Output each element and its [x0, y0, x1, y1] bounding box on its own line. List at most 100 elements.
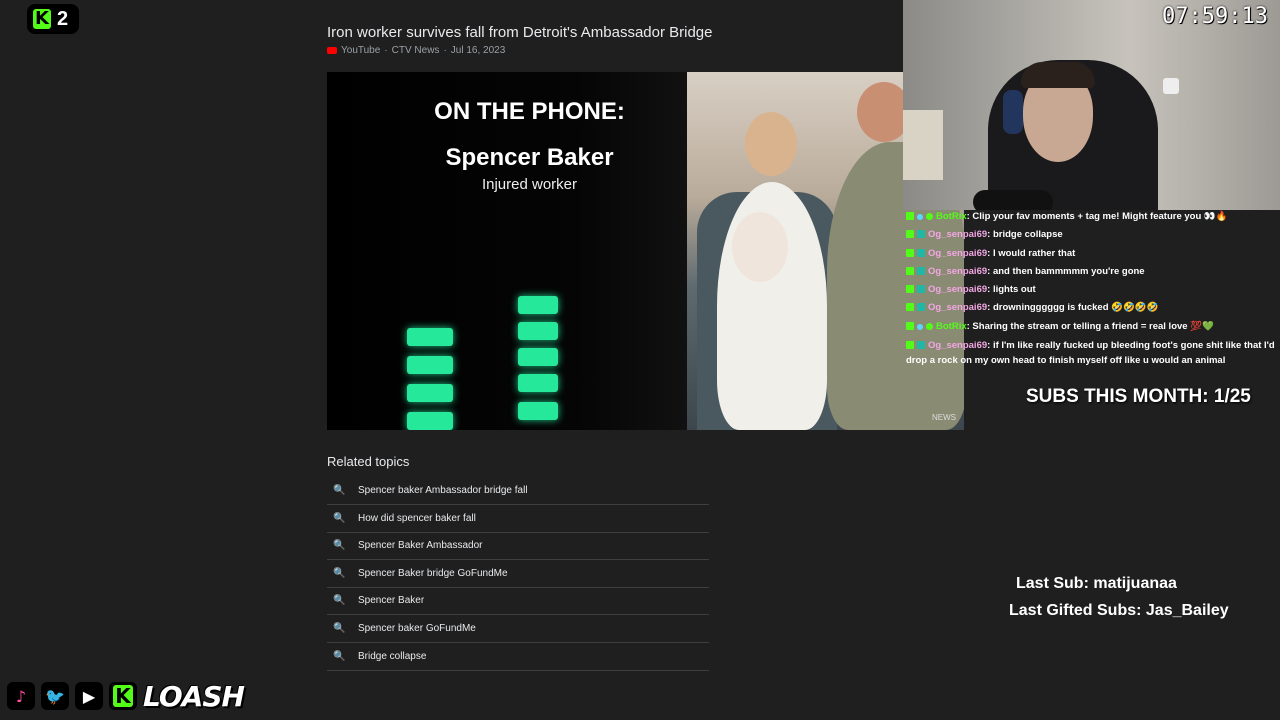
separator-dot: · [443, 45, 447, 56]
chat-message: BotRix: Sharing the stream or telling a … [903, 318, 1280, 336]
woman-head [745, 112, 797, 176]
related-topic-item[interactable]: 🔍 How did spencer baker fall [327, 505, 709, 533]
microphone [973, 190, 1053, 210]
related-topic-label: How did spencer baker fall [358, 512, 476, 524]
chat-message: Og_senpai69: lights out [903, 281, 1280, 299]
related-topic-label: Spencer Baker Ambassador [358, 540, 483, 552]
search-icon: 🔍 [333, 595, 346, 607]
chat-username[interactable]: Og_senpai69 [928, 248, 987, 259]
subscriber-badge-icon [917, 285, 925, 294]
kick-badge-icon [906, 321, 914, 330]
chat-message: Og_senpai69: bridge collapse [903, 226, 1280, 244]
search-icon: 🔍 [333, 512, 346, 524]
chat-username[interactable]: Og_senpai69 [928, 284, 987, 295]
related-topic-item[interactable]: 🔍 Spencer baker Ambassador bridge fall [327, 477, 709, 505]
video-speaker-role: Injured worker [481, 176, 578, 193]
related-topics-title: Related topics [327, 454, 410, 469]
youtube-play-icon[interactable]: ▶ [75, 682, 103, 710]
video-speaker-name: Spencer Baker [445, 144, 614, 171]
related-topic-item[interactable]: 🔍 Spencer Baker Ambassador [327, 532, 709, 561]
search-icon: 🔍 [333, 650, 346, 662]
chat-message-text: : bridge collapse [987, 229, 1063, 241]
audio-level-bar [407, 412, 453, 430]
search-icon: 🔍 [333, 623, 346, 634]
moderator-badge-icon [917, 323, 923, 330]
kick-icon[interactable]: K [109, 682, 137, 710]
related-topic-item[interactable]: 🔍 Spencer baker GoFundMe [327, 615, 709, 643]
chat-username[interactable]: BotRix [936, 211, 967, 222]
viewer-count: 2 [57, 7, 69, 30]
chat-username[interactable]: BotRix [936, 321, 967, 332]
video-player[interactable]: ON THE PHONE: Spencer Baker Injured work… [327, 72, 964, 430]
webcam-feed [903, 0, 1280, 210]
subscriber-badge-icon [917, 248, 925, 257]
moderator-badge-icon [917, 214, 923, 220]
related-topic-item[interactable]: 🔍 Spencer Baker [327, 587, 709, 616]
twitter-icon[interactable]: 🐦 [41, 682, 69, 710]
streamer-hair [1021, 62, 1095, 88]
audio-level-bar [518, 296, 558, 314]
audio-level-bar [518, 348, 558, 366]
chat-message-text: : and then bammmmm you're gone [987, 265, 1145, 277]
related-topic-label: Spencer Baker bridge GoFundMe [358, 567, 508, 579]
chat-message: Og_senpai69: and then bammmmm you're gon… [903, 263, 1280, 281]
last-sub: Last Sub: matijuanaa [1016, 575, 1177, 592]
news-logo: NEWS [932, 413, 956, 422]
kick-viewer-badge: K 2 [27, 4, 79, 34]
chat-message: Og_senpai69: if I'm like really fucked u… [903, 336, 1280, 368]
stream-timer: 07:59:13 [1162, 4, 1268, 29]
chat-message: Og_senpai69: drowningggggg is fucked 🤣🤣🤣… [903, 299, 1280, 317]
chat-message: Og_senpai69: I would rather that [903, 245, 1280, 263]
related-topic-label: Spencer baker Ambassador bridge fall [358, 485, 528, 496]
article-title[interactable]: Iron worker survives fall from Detroit's… [327, 24, 713, 41]
chat-message-text: : lights out [987, 284, 1036, 296]
kick-badge-icon [906, 285, 914, 294]
audio-level-bar [407, 328, 453, 346]
chat-username[interactable]: Og_senpai69 [928, 340, 987, 351]
kick-badge-icon [906, 230, 914, 239]
audio-level-bar [407, 384, 453, 402]
chat-message-text: : drowningggggg is fucked 🤣🤣🤣🤣 [987, 302, 1159, 314]
audio-level-bar [407, 356, 453, 374]
audio-level-bar [518, 402, 558, 420]
kick-badge-icon [906, 341, 914, 350]
chat-username[interactable]: Og_senpai69 [928, 266, 987, 277]
tiktok-icon[interactable]: ♪ [7, 682, 35, 710]
verified-badge-icon [926, 213, 933, 220]
source-name: YouTube [341, 45, 381, 56]
last-gifted-subs: Last Gifted Subs: Jas_Bailey [1009, 602, 1229, 619]
youtube-icon [327, 47, 337, 54]
headset-icon [1003, 90, 1023, 134]
chat-message: BotRix: Clip your fav moments + tag me! … [903, 208, 1280, 226]
search-icon: 🔍 [333, 567, 346, 579]
subscriber-badge-icon [917, 303, 925, 312]
chat-username[interactable]: Og_senpai69 [928, 302, 987, 313]
subs-goal: SUBS THIS MONTH: 1/25 [1026, 386, 1251, 407]
social-links: ♪ 🐦 ▶ K LOASH [7, 679, 245, 713]
subscriber-badge-icon [917, 341, 925, 350]
chat-message-text: : Clip your fav moments + tag me! Might … [966, 211, 1228, 222]
verified-badge-icon [926, 322, 933, 330]
kick-badge-icon [906, 212, 914, 220]
chat-username[interactable]: Og_senpai69 [928, 229, 987, 240]
search-icon: 🔍 [333, 540, 346, 552]
kick-badge-icon [906, 266, 914, 275]
subscriber-badge-icon [917, 266, 925, 275]
kick-badge-icon [906, 303, 914, 312]
lamp [1163, 78, 1179, 94]
related-topic-label: Spencer Baker [358, 595, 425, 607]
search-icon: 🔍 [333, 485, 346, 496]
brand-name: LOASH [143, 679, 245, 713]
channel-name: CTV News [391, 45, 440, 56]
separator-dot: · [384, 45, 388, 56]
related-topic-item[interactable]: 🔍 Bridge collapse [327, 643, 709, 671]
chat-message-text: : I would rather that [987, 247, 1076, 259]
audio-level-bar [518, 322, 558, 340]
related-topic-label: Bridge collapse [358, 650, 427, 662]
related-topic-item[interactable]: 🔍 Spencer Baker bridge GoFundMe [327, 560, 709, 588]
article-date: Jul 16, 2023 [450, 45, 506, 56]
audio-level-bar [518, 374, 558, 392]
chat-message-text: : Sharing the stream or telling a friend… [966, 320, 1214, 332]
subscriber-badge-icon [917, 230, 925, 239]
video-heading: ON THE PHONE: [434, 98, 625, 125]
